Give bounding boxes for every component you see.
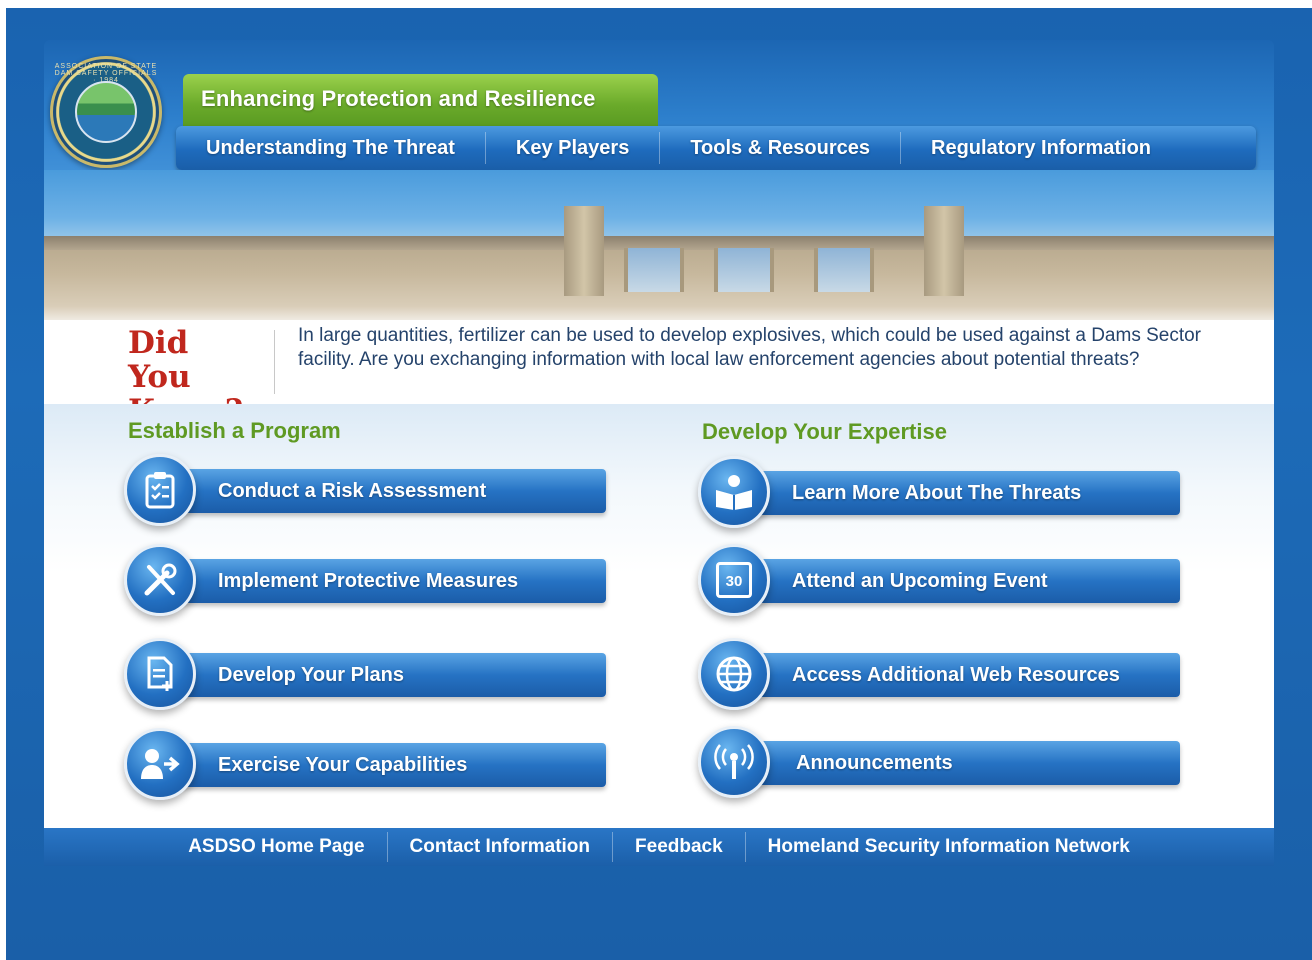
dam-spillway bbox=[624, 248, 684, 292]
footer-nav: ASDSO Home Page Contact Information Feed… bbox=[44, 828, 1274, 866]
document-add-icon bbox=[124, 638, 196, 710]
action-label: Learn More About The Threats bbox=[738, 471, 1180, 515]
dam-spillway bbox=[714, 248, 774, 292]
nav-tools-resources[interactable]: Tools & Resources bbox=[660, 132, 902, 164]
footer-link-contact[interactable]: Contact Information bbox=[388, 832, 614, 862]
top-navigation: Understanding The Threat Key Players Too… bbox=[176, 126, 1256, 170]
reader-book-icon bbox=[698, 456, 770, 528]
broadcast-antenna-icon bbox=[698, 726, 770, 798]
footer-link-hsin[interactable]: Homeland Security Information Network bbox=[746, 832, 1152, 862]
establish-program-heading: Establish a Program bbox=[128, 418, 341, 443]
action-label: Conduct a Risk Assessment bbox=[164, 469, 606, 513]
announcements-button[interactable]: Announcements bbox=[698, 726, 1188, 798]
footer-link-asdso-home[interactable]: ASDSO Home Page bbox=[166, 832, 388, 862]
nav-regulatory-information[interactable]: Regulatory Information bbox=[901, 132, 1181, 164]
access-web-resources-button[interactable]: Access Additional Web Resources bbox=[698, 638, 1188, 710]
action-label: Implement Protective Measures bbox=[164, 559, 606, 603]
develop-your-plans-button[interactable]: Develop Your Plans bbox=[124, 638, 614, 710]
did-you-know-title-line1: Did You bbox=[128, 325, 191, 395]
develop-expertise-heading: Develop Your Expertise bbox=[702, 419, 947, 444]
action-label: Exercise Your Capabilities bbox=[164, 743, 606, 787]
dam-tower bbox=[564, 206, 604, 296]
did-you-know-divider bbox=[274, 330, 275, 394]
dam-spillway bbox=[814, 248, 874, 292]
attend-upcoming-event-button[interactable]: Attend an Upcoming Event 30 bbox=[698, 544, 1188, 616]
footer-link-feedback[interactable]: Feedback bbox=[613, 832, 746, 862]
action-label: Attend an Upcoming Event bbox=[738, 559, 1180, 603]
logo-landscape-icon bbox=[75, 81, 137, 143]
calendar-icon: 30 bbox=[698, 544, 770, 616]
globe-icon bbox=[698, 638, 770, 710]
exercise-your-capabilities-button[interactable]: Exercise Your Capabilities bbox=[124, 728, 614, 800]
main-content: Establish a Program Develop Your Experti… bbox=[44, 404, 1274, 828]
asdso-logo[interactable]: ASSOCIATION OF STATE DAM SAFETY OFFICIAL… bbox=[50, 56, 162, 168]
action-label: Access Additional Web Resources bbox=[738, 653, 1180, 697]
action-label: Announcements bbox=[738, 741, 1180, 785]
site-tagline: Enhancing Protection and Resilience bbox=[183, 74, 658, 126]
learn-more-threats-button[interactable]: Learn More About The Threats bbox=[698, 456, 1188, 528]
did-you-know-text: In large quantities, fertilizer can be u… bbox=[298, 325, 1202, 370]
nav-key-players[interactable]: Key Players bbox=[486, 132, 661, 164]
dam-banner-image bbox=[44, 170, 1274, 330]
clipboard-checklist-icon bbox=[124, 454, 196, 526]
action-label: Develop Your Plans bbox=[164, 653, 606, 697]
calendar-day: 30 bbox=[716, 562, 752, 598]
did-you-know-panel: Did You Know? In large quantities, ferti… bbox=[44, 320, 1274, 428]
implement-protective-measures-button[interactable]: Implement Protective Measures bbox=[124, 544, 614, 616]
nav-understanding-the-threat[interactable]: Understanding The Threat bbox=[176, 132, 486, 164]
conduct-risk-assessment-button[interactable]: Conduct a Risk Assessment bbox=[124, 454, 614, 526]
tools-icon bbox=[124, 544, 196, 616]
dam-tower bbox=[924, 206, 964, 296]
user-arrow-icon bbox=[124, 728, 196, 800]
